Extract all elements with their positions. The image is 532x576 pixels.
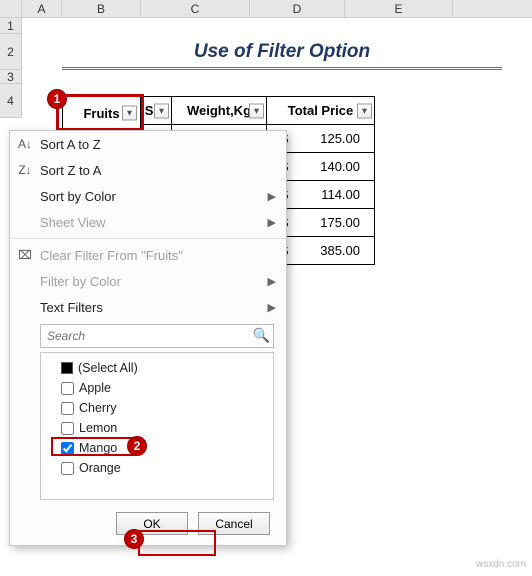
row-headers: 1 2 3 4 bbox=[0, 18, 22, 118]
callout-badge-3: 3 bbox=[124, 529, 144, 549]
filter-item-select-all[interactable]: (Select All) bbox=[47, 358, 267, 378]
menu-filter-by-color: Filter by Color▶ bbox=[10, 268, 286, 294]
row-3[interactable]: 3 bbox=[0, 70, 21, 84]
sort-za-icon: Z↓ bbox=[16, 163, 34, 177]
checkbox[interactable] bbox=[61, 382, 74, 395]
filter-search-input[interactable] bbox=[40, 324, 274, 348]
col-A[interactable]: A bbox=[22, 0, 62, 17]
checkbox[interactable] bbox=[61, 442, 74, 455]
filter-dropdown-icon[interactable]: ▾ bbox=[154, 103, 169, 118]
autofilter-menu: A↓Sort A to Z Z↓Sort Z to A Sort by Colo… bbox=[9, 130, 287, 546]
column-headers: A B C D E bbox=[0, 0, 532, 18]
filter-item-orange[interactable]: Orange bbox=[47, 458, 267, 478]
checkbox[interactable] bbox=[61, 462, 74, 475]
filter-dropdown-icon[interactable]: ▾ bbox=[249, 103, 264, 118]
checkbox[interactable] bbox=[61, 402, 74, 415]
checkbox[interactable] bbox=[61, 422, 74, 435]
search-icon: 🔍 bbox=[253, 327, 270, 344]
menu-clear-filter: ⌧Clear Filter From "Fruits" bbox=[10, 242, 286, 268]
watermark: wsxdn.com bbox=[476, 559, 526, 570]
row-2[interactable]: 2 bbox=[0, 34, 21, 70]
filter-item-mango[interactable]: Mango bbox=[47, 438, 267, 458]
cancel-button[interactable]: Cancel bbox=[198, 512, 270, 535]
header-fruits[interactable]: Fruits ▾ bbox=[62, 96, 141, 130]
filter-dropdown-icon[interactable]: ▾ bbox=[122, 106, 137, 121]
header-total-price[interactable]: Total Price▾ bbox=[267, 97, 375, 125]
filter-checklist: (Select All) Apple Cherry Lemon Mango Or… bbox=[40, 352, 274, 500]
chevron-right-icon: ▶ bbox=[268, 190, 276, 203]
row-1[interactable]: 1 bbox=[0, 18, 21, 34]
callout-badge-2: 2 bbox=[127, 436, 147, 456]
menu-sort-az[interactable]: A↓Sort A to Z bbox=[10, 131, 286, 157]
filter-item-lemon[interactable]: Lemon bbox=[47, 418, 267, 438]
spreadsheet-grid: A B C D E 1 2 3 4 bbox=[0, 0, 532, 18]
filter-item-cherry[interactable]: Cherry bbox=[47, 398, 267, 418]
col-C[interactable]: C bbox=[141, 0, 250, 17]
menu-sort-za[interactable]: Z↓Sort Z to A bbox=[10, 157, 286, 183]
col-B[interactable]: B bbox=[62, 0, 141, 17]
menu-separator bbox=[10, 238, 286, 239]
header-fruits-label: Fruits bbox=[83, 106, 119, 121]
col-D[interactable]: D bbox=[250, 0, 345, 17]
callout-badge-1: 1 bbox=[47, 89, 67, 109]
select-all-corner[interactable] bbox=[0, 0, 22, 17]
menu-text-filters[interactable]: Text Filters▶ bbox=[10, 294, 286, 320]
menu-sheet-view: Sheet View▶ bbox=[10, 209, 286, 235]
sort-az-icon: A↓ bbox=[16, 137, 34, 151]
checkbox-mixed-icon bbox=[61, 362, 73, 374]
page-title: Use of Filter Option bbox=[62, 36, 502, 70]
col-E[interactable]: E bbox=[345, 0, 453, 17]
chevron-right-icon: ▶ bbox=[268, 275, 276, 288]
menu-sort-by-color[interactable]: Sort by Color▶ bbox=[10, 183, 286, 209]
row-4[interactable]: 4 bbox=[0, 84, 21, 118]
chevron-right-icon: ▶ bbox=[268, 301, 276, 314]
dialog-buttons: OK Cancel bbox=[10, 504, 286, 535]
clear-filter-icon: ⌧ bbox=[16, 248, 34, 262]
chevron-right-icon: ▶ bbox=[268, 216, 276, 229]
header-weight[interactable]: Weight,Kg▾ bbox=[172, 97, 267, 125]
filter-search: 🔍 bbox=[40, 324, 274, 348]
filter-item-apple[interactable]: Apple bbox=[47, 378, 267, 398]
filter-dropdown-icon[interactable]: ▾ bbox=[357, 103, 372, 118]
